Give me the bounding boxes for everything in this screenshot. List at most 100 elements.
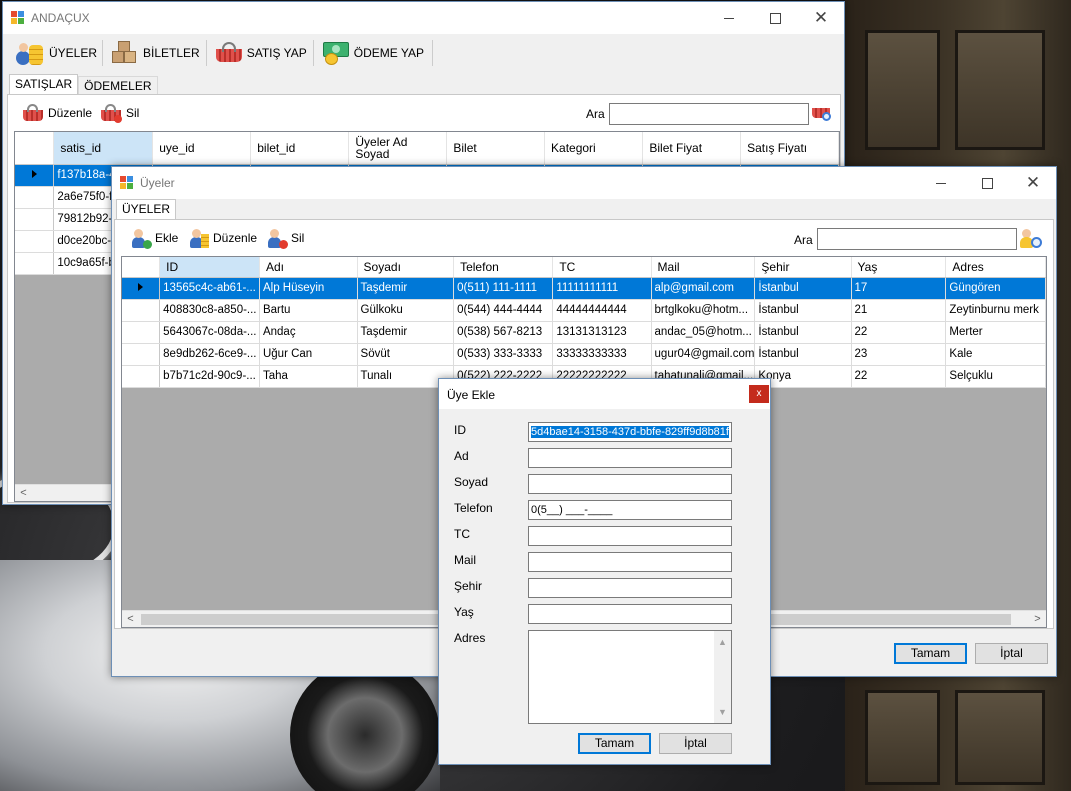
row-header[interactable] <box>122 321 161 344</box>
table-cell[interactable]: Güngören <box>945 277 1046 300</box>
column-header[interactable]: uye_id <box>152 132 252 165</box>
ok-button[interactable]: Tamam <box>894 643 967 664</box>
column-header[interactable]: Mail <box>651 257 756 278</box>
table-cell[interactable]: 33333333333 <box>552 343 652 366</box>
table-cell[interactable]: 11111111111 <box>552 277 652 300</box>
table-cell[interactable]: 0(511) 111-1111 <box>453 277 554 300</box>
add-member-button[interactable]: Ekle <box>129 226 178 250</box>
table-cell[interactable]: 408830c8-a850-... <box>159 299 260 322</box>
menu-item-odeme-yap[interactable]: ÖDEME YAP <box>321 37 424 69</box>
table-cell[interactable]: Kale <box>945 343 1046 366</box>
table-cell[interactable]: andac_05@hotm... <box>651 321 756 344</box>
column-header[interactable]: Bilet Fiyat <box>642 132 742 165</box>
maximize-button[interactable] <box>752 2 798 34</box>
column-header[interactable]: Üyeler Ad Soyad <box>348 132 448 165</box>
tab-satislar[interactable]: SATIŞLAR <box>9 74 79 94</box>
table-row[interactable]: 13565c4c-ab61-... Alp Hüseyin Taşdemir 0(51… <box>122 277 1046 300</box>
table-cell[interactable]: 13565c4c-ab61-... <box>159 277 260 300</box>
table-cell[interactable]: 21 <box>851 299 947 322</box>
minimize-button[interactable] <box>918 167 964 199</box>
column-header[interactable]: TC <box>552 257 652 278</box>
minimize-button[interactable] <box>706 2 752 34</box>
delete-sale-button[interactable]: Sil <box>100 101 139 125</box>
tab-uyeler[interactable]: ÜYELER <box>116 199 177 219</box>
table-cell[interactable]: 17 <box>851 277 947 300</box>
table-cell[interactable]: 22 <box>851 321 947 344</box>
table-cell[interactable]: Uğur Can <box>259 343 358 366</box>
search-input[interactable] <box>817 228 1017 250</box>
scroll-left-icon[interactable]: < <box>122 612 139 627</box>
ad-field[interactable] <box>528 448 732 468</box>
table-cell[interactable]: alp@gmail.com <box>651 277 756 300</box>
table-row[interactable]: 5643067c-08da-... Andaç Taşdemir 0(538) 567… <box>122 321 1046 344</box>
close-button[interactable]: ✕ <box>1010 167 1056 199</box>
table-cell[interactable]: Taha <box>259 365 358 388</box>
yas-field[interactable] <box>528 604 732 624</box>
column-header[interactable]: Soyadı <box>357 257 455 278</box>
row-header[interactable] <box>122 299 161 322</box>
table-cell[interactable]: 23 <box>851 343 947 366</box>
table-cell[interactable]: 8e9db262-6ce9-... <box>159 343 260 366</box>
table-cell[interactable]: Alp Hüseyin <box>259 277 358 300</box>
table-cell[interactable]: Merter <box>945 321 1046 344</box>
telefon-field[interactable]: 0(5__) ___-____ <box>528 500 732 520</box>
column-header[interactable]: ID <box>159 257 260 278</box>
table-cell[interactable]: 0(544) 444-4444 <box>453 299 554 322</box>
close-button[interactable]: ✕ <box>798 2 844 34</box>
table-cell[interactable]: Zeytinburnu merk <box>945 299 1046 322</box>
table-cell[interactable]: 0(533) 333-3333 <box>453 343 554 366</box>
table-cell[interactable]: Taşdemir <box>357 277 455 300</box>
cancel-button[interactable]: İptal <box>975 643 1048 664</box>
table-cell[interactable]: İstanbul <box>754 299 852 322</box>
table-cell[interactable]: İstanbul <box>754 321 852 344</box>
table-cell[interactable]: ugur04@gmail.com <box>651 343 756 366</box>
edit-sale-button[interactable]: Düzenle <box>22 101 92 125</box>
menu-item-satis-yap[interactable]: SATIŞ YAP <box>214 37 307 69</box>
column-header[interactable]: satis_id <box>53 132 154 165</box>
table-cell[interactable]: 5643067c-08da-... <box>159 321 260 344</box>
table-cell[interactable]: Sövüt <box>357 343 455 366</box>
delete-member-button[interactable]: Sil <box>265 226 304 250</box>
column-header[interactable]: Şehir <box>754 257 852 278</box>
table-cell[interactable]: Bartu <box>259 299 358 322</box>
search-input[interactable] <box>609 103 809 125</box>
table-cell[interactable]: Selçuklu <box>945 365 1046 388</box>
column-header[interactable]: Bilet <box>446 132 546 165</box>
table-cell[interactable]: Gülkoku <box>357 299 455 322</box>
basket-search-icon[interactable] <box>811 101 835 125</box>
table-cell[interactable]: b7b71c2d-90c9-... <box>159 365 260 388</box>
table-cell[interactable]: 22 <box>851 365 947 388</box>
tab-odemeler[interactable]: ÖDEMELER <box>78 76 158 94</box>
column-header[interactable]: Kategori <box>544 132 644 165</box>
column-header[interactable]: Telefon <box>453 257 554 278</box>
dialog-close-button[interactable]: x <box>749 385 769 403</box>
adres-scrollbar[interactable]: ▲ ▼ <box>714 631 731 723</box>
table-cell[interactable]: brtglkoku@hotm... <box>651 299 756 322</box>
column-header[interactable]: Satış Fiyatı <box>740 132 839 165</box>
scroll-right-icon[interactable]: > <box>1029 612 1046 627</box>
mail-field[interactable] <box>528 552 732 572</box>
table-cell[interactable]: 44444444444 <box>552 299 652 322</box>
table-row[interactable]: 8e9db262-6ce9-... Uğur Can Sövüt 0(533) 333… <box>122 343 1046 366</box>
table-cell[interactable]: İstanbul <box>754 343 852 366</box>
column-header[interactable]: Yaş <box>851 257 947 278</box>
table-cell[interactable]: Taşdemir <box>357 321 455 344</box>
row-header[interactable] <box>122 343 161 366</box>
table-cell[interactable]: 0(538) 567-8213 <box>453 321 554 344</box>
sehir-field[interactable] <box>528 578 732 598</box>
maximize-button[interactable] <box>964 167 1010 199</box>
column-header[interactable]: Adres <box>945 257 1046 278</box>
table-cell[interactable]: Andaç <box>259 321 358 344</box>
id-field[interactable]: 5d4bae14-3158-437d-bbfe-829ff9d8b81f <box>528 422 732 442</box>
soyad-field[interactable] <box>528 474 732 494</box>
dialog-ok-button[interactable]: Tamam <box>578 733 651 754</box>
column-header[interactable]: bilet_id <box>250 132 350 165</box>
edit-member-button[interactable]: Düzenle <box>187 226 257 250</box>
table-cell[interactable]: İstanbul <box>754 277 852 300</box>
menu-item-uyeler[interactable]: ÜYELER <box>13 37 97 69</box>
adres-textarea[interactable]: ▲ ▼ <box>528 630 732 724</box>
table-cell[interactable]: 13131313123 <box>552 321 652 344</box>
user-search-icon[interactable] <box>1020 226 1046 252</box>
row-header[interactable] <box>122 365 161 388</box>
table-row[interactable]: 408830c8-a850-... Bartu Gülkoku 0(544) 444-… <box>122 299 1046 322</box>
